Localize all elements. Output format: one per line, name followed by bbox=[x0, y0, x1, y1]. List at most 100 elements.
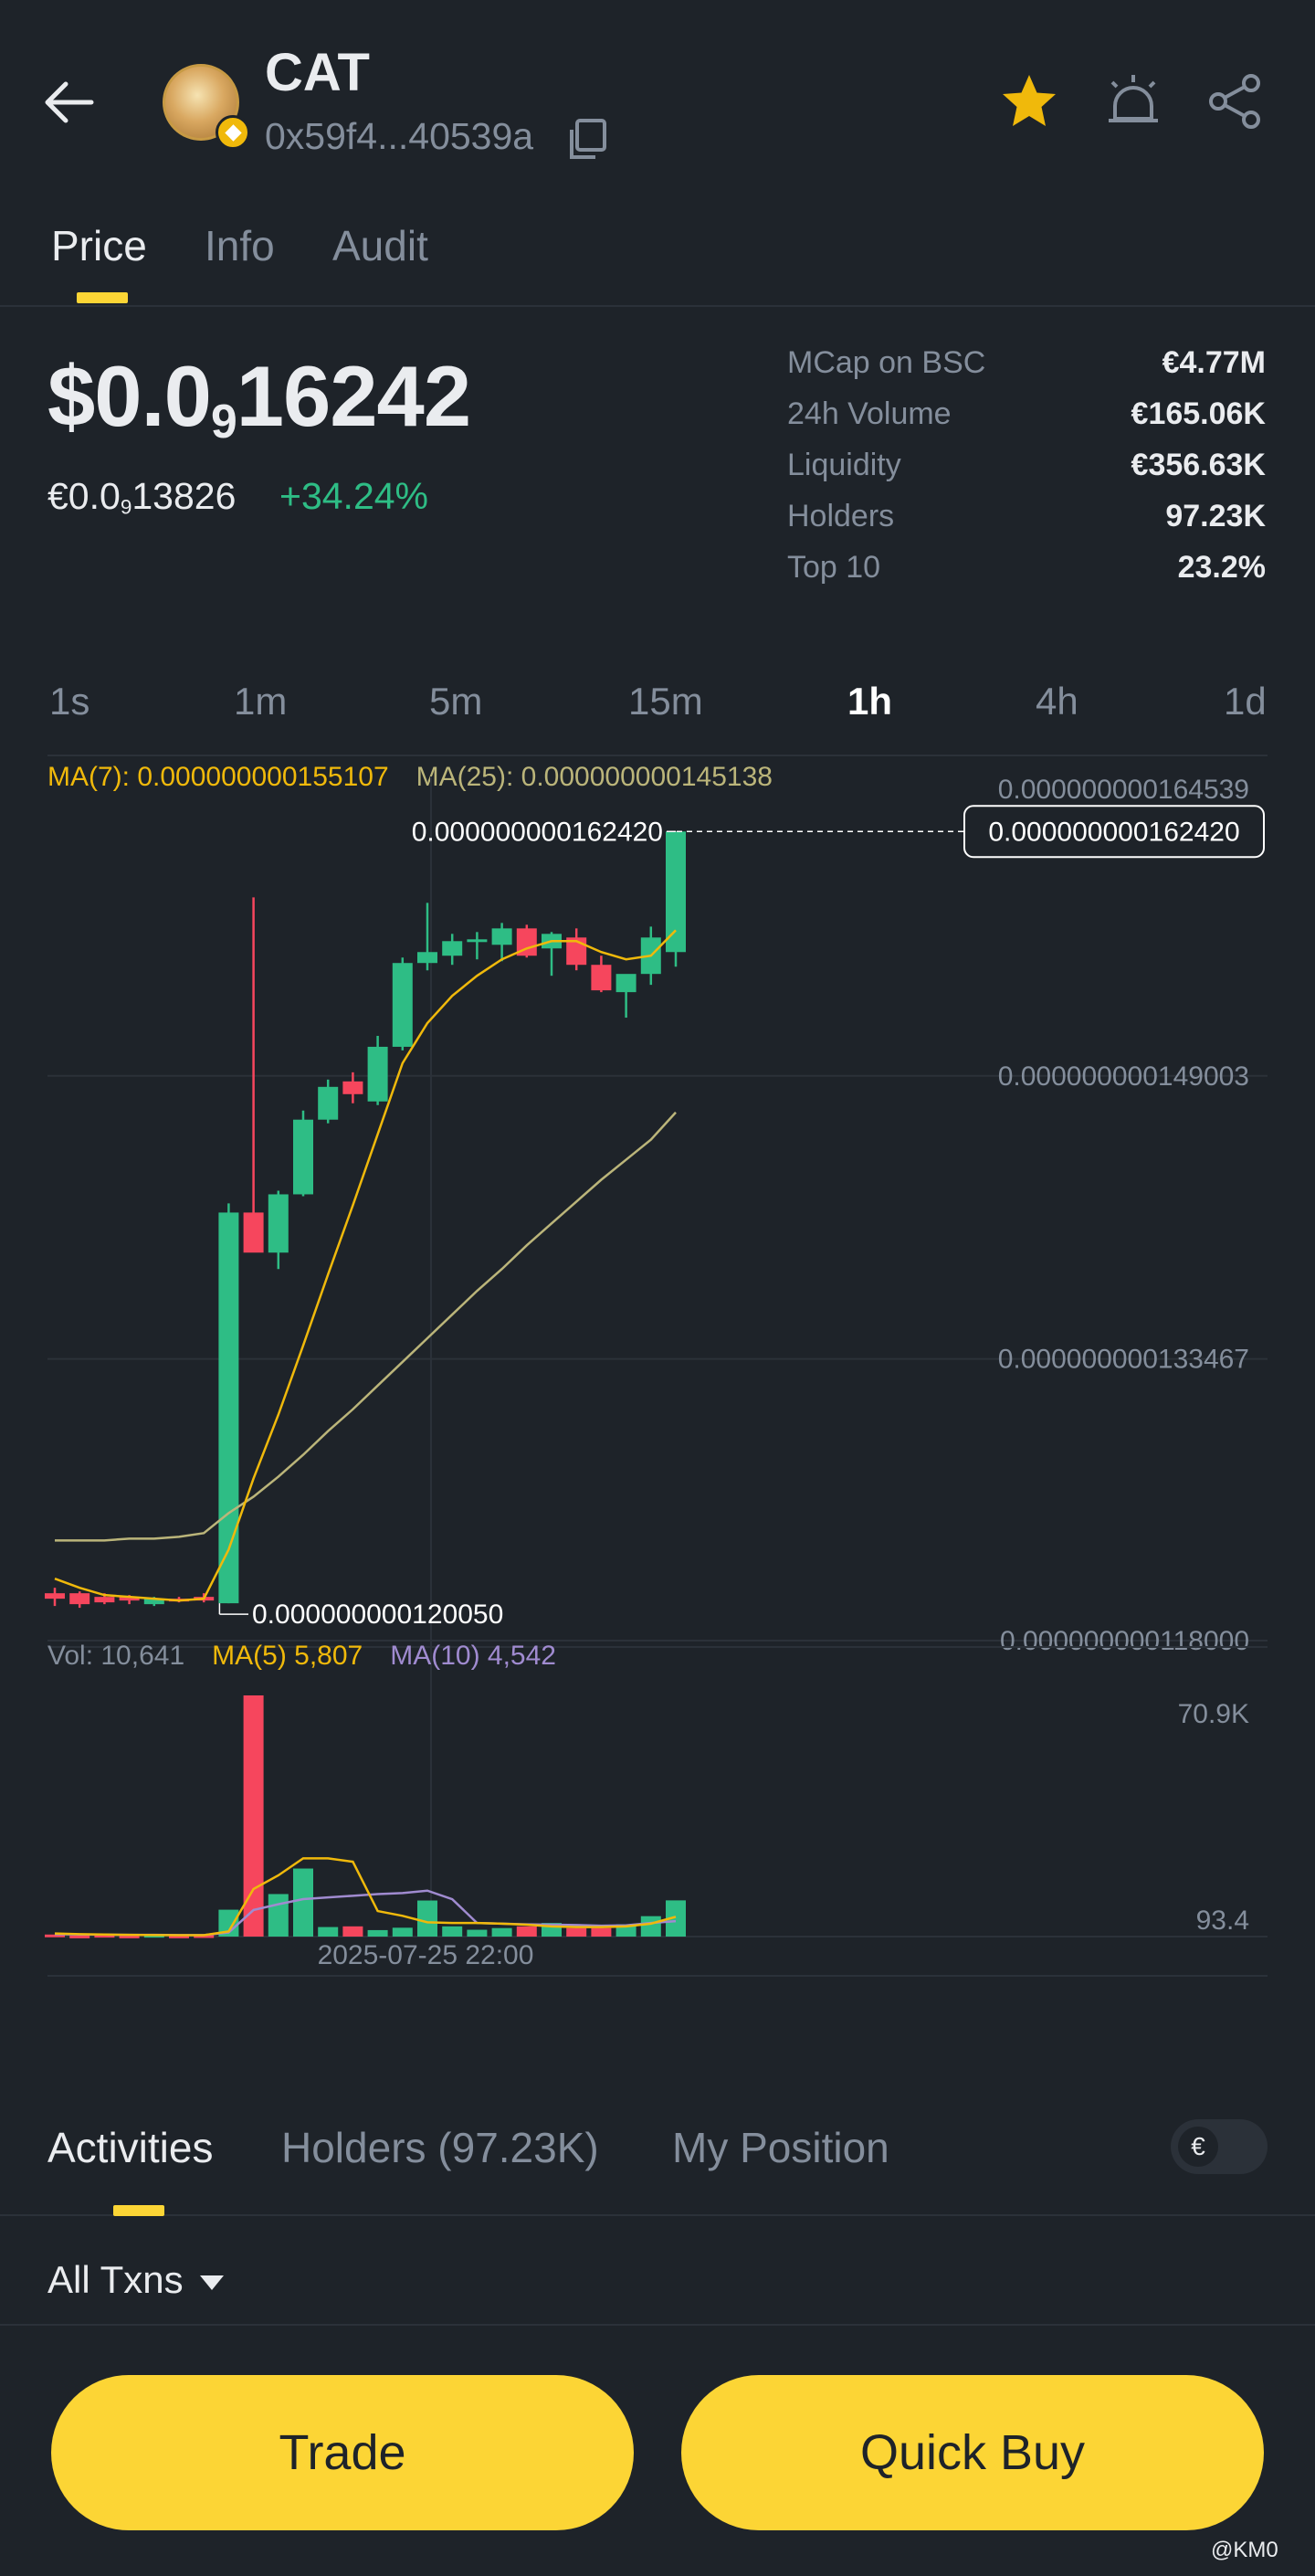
stat-value: €4.77M bbox=[1162, 345, 1266, 380]
candle-body bbox=[367, 1046, 388, 1102]
candle-body bbox=[94, 1597, 115, 1603]
caret-down-icon bbox=[199, 2275, 224, 2290]
volume-bar bbox=[591, 1927, 612, 1937]
volume-bar bbox=[442, 1926, 463, 1937]
stat-value: €356.63K bbox=[1131, 448, 1266, 482]
price-axis-label: 0.000000000164539 bbox=[998, 775, 1249, 805]
price-chart[interactable]: 0.000000000164539 0.000000000149003 0.0000… bbox=[0, 731, 1315, 1991]
volume-bar bbox=[293, 1868, 313, 1937]
price-usd: $0.0916242 bbox=[47, 348, 471, 448]
timeframe-1s[interactable]: 1s bbox=[49, 680, 89, 723]
tab-activities[interactable]: Activities bbox=[47, 2123, 213, 2172]
tab-info[interactable]: Info bbox=[205, 221, 275, 270]
volume-bar bbox=[467, 1929, 488, 1937]
price-axis-label: 0.000000000133467 bbox=[998, 1345, 1249, 1375]
timeframe-1d[interactable]: 1d bbox=[1224, 680, 1267, 723]
volume-axis-label: 93.4 bbox=[1196, 1906, 1249, 1936]
volume-axis-label: 70.9K bbox=[1178, 1699, 1249, 1729]
stat-label: Liquidity bbox=[787, 448, 901, 482]
volume-bar bbox=[516, 1926, 537, 1937]
ma7-line bbox=[54, 929, 677, 1602]
vol-ma10-value: MA(10) 4,542 bbox=[390, 1641, 556, 1671]
token-name: CAT bbox=[265, 43, 370, 102]
ma25-line bbox=[55, 1111, 677, 1542]
candle-body bbox=[293, 1119, 313, 1195]
timeframe-1m[interactable]: 1m bbox=[234, 680, 287, 723]
low-marker-label: 0.000000000120050 bbox=[252, 1599, 503, 1630]
stat-label: 24h Volume bbox=[787, 396, 952, 431]
stat-row: 24h Volume €165.06K bbox=[787, 396, 1266, 448]
volume-bar bbox=[69, 1935, 90, 1938]
candle-body bbox=[417, 952, 437, 964]
txn-filter-dropdown[interactable]: All Txns bbox=[47, 2258, 224, 2302]
price-axis-label: 0.000000000118000 bbox=[1000, 1626, 1249, 1656]
trade-button[interactable]: Trade bbox=[51, 2375, 634, 2530]
tab-price[interactable]: Price bbox=[51, 221, 147, 270]
timeframe-selector: 1s 1m 5m 15m 1h 4h 1d bbox=[47, 680, 1268, 734]
candle-body bbox=[45, 1593, 65, 1599]
volume-bar bbox=[491, 1927, 512, 1937]
stat-value: 97.23K bbox=[1165, 499, 1266, 533]
price-axis-label: 0.000000000149003 bbox=[998, 1061, 1249, 1092]
candle-body bbox=[491, 928, 512, 945]
volume-bar bbox=[318, 1927, 339, 1937]
share-icon[interactable] bbox=[1205, 71, 1266, 132]
stat-label: Top 10 bbox=[787, 550, 881, 585]
copy-icon[interactable] bbox=[564, 117, 608, 163]
detail-tabs: Price Info Audit bbox=[0, 210, 1315, 307]
back-arrow-icon[interactable] bbox=[40, 73, 99, 132]
price-change: +34.24% bbox=[279, 475, 428, 517]
star-icon[interactable] bbox=[999, 71, 1059, 132]
candle-body bbox=[218, 1212, 239, 1604]
activity-tabs: Activities Holders (97.23K) My Position … bbox=[0, 2110, 1315, 2216]
stat-value: 23.2% bbox=[1177, 550, 1266, 585]
candle-body bbox=[442, 941, 463, 956]
stat-row: MCap on BSC €4.77M bbox=[787, 345, 1266, 396]
volume-bar bbox=[268, 1894, 289, 1937]
currency-toggle[interactable]: € bbox=[1171, 2119, 1268, 2174]
candle-body bbox=[467, 939, 488, 943]
tab-my-position[interactable]: My Position bbox=[672, 2123, 889, 2172]
timeframe-4h[interactable]: 4h bbox=[1036, 680, 1078, 723]
timeframe-1h[interactable]: 1h bbox=[847, 680, 892, 723]
price-eur: €0.0913826 bbox=[47, 475, 237, 519]
active-tab-indicator bbox=[113, 2205, 164, 2216]
volume-bar bbox=[367, 1929, 388, 1937]
volume-legend: Vol: 10,641 MA(5) 5,807 MA(10) 4,542 bbox=[47, 1641, 556, 1672]
stat-row: Liquidity €356.63K bbox=[787, 448, 1266, 499]
volume-bar bbox=[342, 1926, 363, 1937]
stat-label: Holders bbox=[787, 499, 895, 533]
candle-body bbox=[243, 1212, 264, 1253]
divider bbox=[0, 2324, 1315, 2326]
stat-row: Top 10 23.2% bbox=[787, 550, 1266, 601]
candle-body bbox=[342, 1081, 363, 1094]
timeframe-5m[interactable]: 5m bbox=[429, 680, 482, 723]
stat-row: Holders 97.23K bbox=[787, 499, 1266, 550]
candle-body bbox=[69, 1593, 90, 1605]
token-detail-page: CAT 0x59f4...40539a Price Info Audit $0.… bbox=[0, 0, 1315, 2576]
price-alert-icon[interactable] bbox=[1103, 71, 1163, 132]
candle-body bbox=[318, 1086, 339, 1120]
volume-bar bbox=[566, 1927, 587, 1937]
quick-buy-button[interactable]: Quick Buy bbox=[681, 2375, 1264, 2530]
crosshair-time-label: 2025-07-25 22:00 bbox=[318, 1940, 534, 1970]
volume-bar bbox=[640, 1916, 661, 1937]
tab-holders[interactable]: Holders (97.23K) bbox=[281, 2123, 599, 2172]
active-tab-indicator bbox=[77, 292, 128, 303]
timeframe-15m[interactable]: 15m bbox=[628, 680, 703, 723]
watermark: @KM0 bbox=[1211, 2538, 1278, 2562]
token-address: 0x59f4...40539a bbox=[265, 115, 534, 157]
volume-bar bbox=[417, 1900, 437, 1937]
candle-body bbox=[615, 974, 636, 993]
bottom-action-bar: Trade Quick Buy bbox=[0, 2328, 1315, 2576]
vol-ma5-line bbox=[54, 1857, 677, 1937]
last-price-label: 0.000000000162420 bbox=[988, 817, 1239, 847]
currency-symbol: € bbox=[1178, 2127, 1218, 2167]
candle-body bbox=[392, 963, 413, 1047]
token-stats: MCap on BSC €4.77M 24h Volume €165.06K Liq… bbox=[787, 345, 1266, 601]
candle-body bbox=[666, 831, 686, 953]
vol-ma5-value: MA(5) 5,807 bbox=[212, 1641, 363, 1671]
candle-body bbox=[268, 1194, 289, 1253]
tab-audit[interactable]: Audit bbox=[332, 221, 428, 270]
volume-bar bbox=[392, 1927, 413, 1937]
